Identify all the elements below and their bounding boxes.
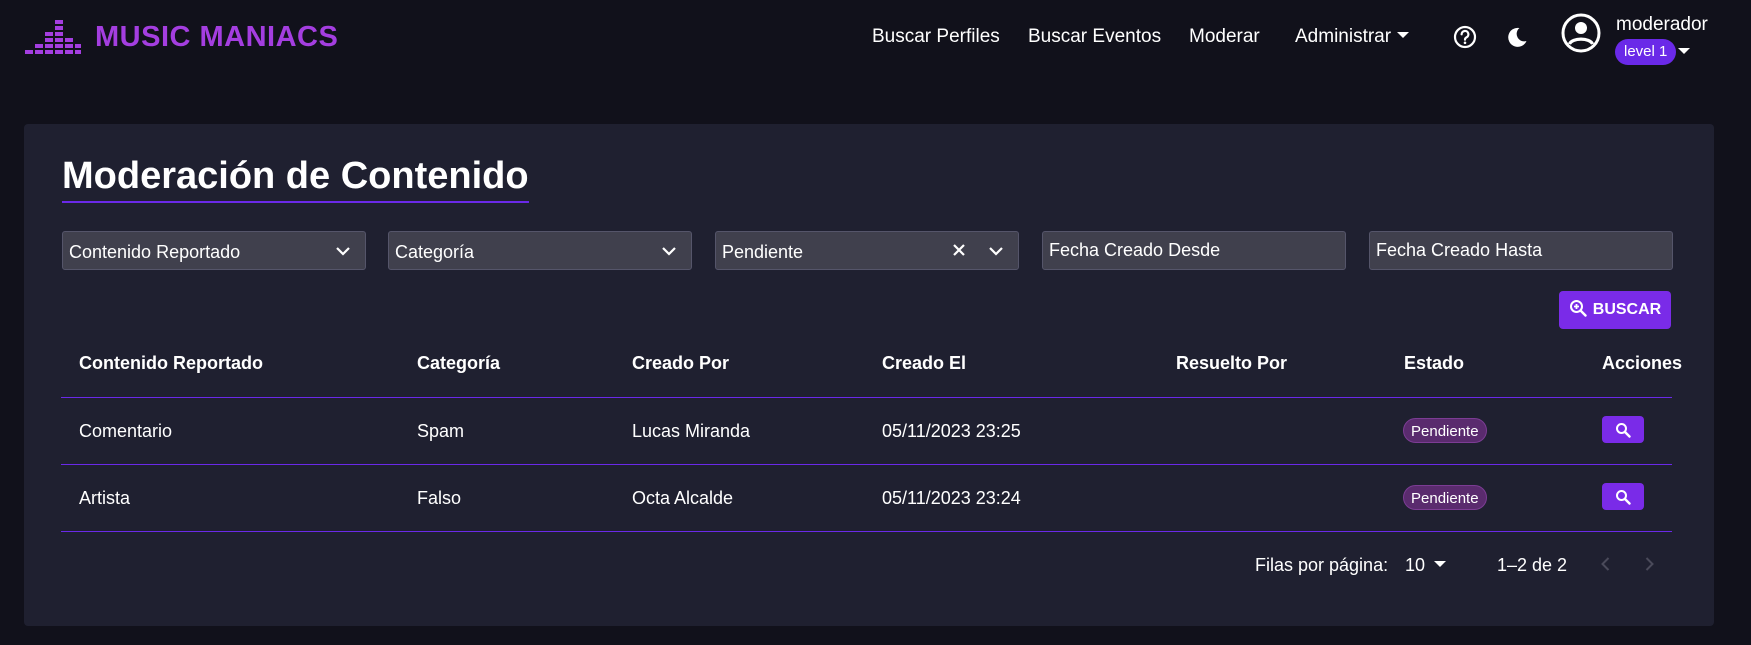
user-level-badge: level 1 (1615, 39, 1677, 65)
cell-content: Artista (79, 488, 131, 508)
status-badge: Pendiente (1403, 418, 1487, 443)
table-header: Contenido Reportado Categoría Creado Por… (61, 329, 1682, 398)
status-value: Pendiente (722, 242, 804, 262)
rows-per-page-select[interactable]: 10 (1405, 555, 1447, 576)
category-value: Categoría (395, 242, 475, 262)
view-report-button[interactable] (1602, 416, 1644, 443)
col-header-status: Estado (1404, 353, 1465, 373)
moderation-card: Moderación de Contenido Contenido Report… (24, 124, 1714, 626)
category-select[interactable]: Categoría (388, 231, 692, 270)
clear-x-icon[interactable] (952, 243, 966, 257)
rows-per-page-label: Filas por página: (1255, 555, 1389, 575)
status-select[interactable]: Pendiente (715, 231, 1019, 270)
cell-content: Comentario (79, 421, 173, 441)
col-header-resolved-by: Resuelto Por (1176, 353, 1288, 373)
status-badge: Pendiente (1403, 485, 1487, 510)
reports-table: Contenido Reportado Categoría Creado Por… (61, 329, 1682, 532)
nav-administrar-dropdown[interactable]: Administrar (1295, 26, 1410, 48)
user-name[interactable]: moderador (1616, 14, 1708, 36)
search-button[interactable]: BUSCAR (1559, 291, 1671, 329)
col-header-created-by: Creado Por (632, 353, 730, 373)
date-to-input[interactable] (1369, 231, 1673, 270)
previous-page-button[interactable] (1594, 552, 1618, 576)
search-icon (1616, 422, 1631, 438)
pagination-range: 1–2 de 2 (1497, 555, 1568, 575)
top-navbar: MUSIC MANIACS Buscar Perfiles Buscar Eve… (0, 0, 1751, 80)
chevron-down-icon (661, 244, 677, 256)
content-type-select[interactable]: Contenido Reportado (62, 231, 366, 270)
zoom-in-search-icon (1569, 299, 1593, 322)
table-row: Artista Falso Octa Alcalde 05/11/2023 23… (61, 465, 1672, 532)
search-icon (1616, 489, 1631, 505)
cell-created-at: 05/11/2023 23:25 (882, 421, 1021, 441)
chevron-left-icon (1601, 557, 1610, 571)
date-from-input[interactable] (1042, 231, 1346, 270)
view-report-button[interactable] (1602, 483, 1644, 510)
search-button-label: BUSCAR (1592, 301, 1662, 318)
col-header-category: Categoría (417, 353, 501, 373)
user-menu-caret-icon[interactable] (1678, 48, 1690, 54)
col-header-content: Contenido Reportado (79, 353, 263, 373)
chevron-down-icon (335, 244, 351, 256)
content-type-value: Contenido Reportado (69, 242, 241, 262)
caret-down-icon (1434, 561, 1447, 568)
col-header-actions: Acciones (1602, 353, 1683, 373)
next-page-button[interactable] (1637, 552, 1661, 576)
table-row: Comentario Spam Lucas Miranda 05/11/2023… (61, 398, 1672, 465)
brand-name: MUSIC MANIACS (95, 20, 339, 53)
account-circle-icon[interactable] (1561, 13, 1601, 53)
col-header-created-at: Creado El (882, 353, 967, 373)
cell-created-by: Lucas Miranda (632, 421, 751, 441)
caret-down-icon (1397, 31, 1410, 38)
nav-buscar-eventos[interactable]: Buscar Eventos (1028, 26, 1161, 48)
nav-buscar-perfiles[interactable]: Buscar Perfiles (872, 26, 1000, 48)
chevron-down-icon (988, 244, 1004, 256)
page-title: Moderación de Contenido (62, 154, 529, 203)
cell-created-at: 05/11/2023 23:24 (882, 488, 1021, 508)
rows-per-page-value: 10 (1405, 555, 1426, 575)
nav-administrar-label: Administrar (1295, 26, 1392, 47)
equalizer-bars-icon (25, 18, 81, 56)
nav-moderar[interactable]: Moderar (1189, 26, 1260, 48)
moon-icon[interactable] (1504, 24, 1530, 50)
cell-category: Falso (417, 488, 462, 508)
cell-created-by: Octa Alcalde (632, 488, 734, 508)
chevron-right-icon (1645, 557, 1654, 571)
help-circle-icon[interactable] (1452, 24, 1478, 50)
cell-category: Spam (417, 421, 465, 441)
brand-logo[interactable]: MUSIC MANIACS (25, 18, 338, 56)
